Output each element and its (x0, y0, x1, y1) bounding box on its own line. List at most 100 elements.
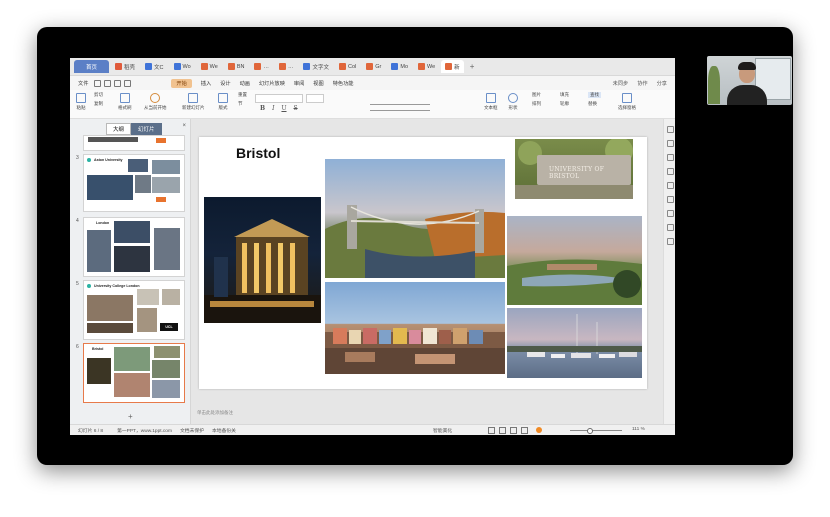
arrange-button[interactable]: 排列 (532, 101, 541, 107)
reset-button[interactable]: 重置 (238, 92, 247, 98)
tab-document[interactable]: 文字文 (299, 60, 333, 73)
paste-button[interactable]: 粘贴 (76, 93, 86, 111)
font-name-select[interactable] (255, 94, 303, 103)
tab-document[interactable]: … (275, 60, 298, 73)
tool-icon[interactable] (666, 168, 674, 175)
find-button[interactable]: 查找 (588, 92, 601, 98)
tab-home[interactable]: 首页 (74, 60, 110, 73)
tool-icon[interactable] (666, 126, 674, 133)
collab-button[interactable]: 协作 (637, 80, 647, 87)
slide-title[interactable]: Bristol (236, 145, 280, 161)
tab-document[interactable]: We (414, 60, 439, 73)
strikethrough-icon[interactable]: S (294, 105, 298, 112)
photo-river-aerial[interactable] (507, 216, 642, 305)
tool-icon[interactable] (666, 182, 674, 189)
photo-suspension-bridge[interactable] (325, 159, 505, 278)
tab-document[interactable]: Gr (362, 60, 385, 73)
zoom-level[interactable]: 111 % (632, 427, 645, 432)
menu-special[interactable]: 特色功能 (333, 80, 354, 87)
slide-number: 5 (76, 281, 79, 287)
tool-icon[interactable] (666, 224, 674, 231)
new-tab-button[interactable]: + (470, 62, 475, 71)
sync-status[interactable]: 未同步 (613, 80, 629, 87)
menu-insert[interactable]: 插入 (201, 80, 211, 87)
print-icon[interactable] (104, 79, 112, 87)
tool-icon[interactable] (666, 238, 674, 245)
tool-icon[interactable] (666, 154, 674, 161)
menu-file[interactable]: 文件 (78, 80, 88, 87)
notes-view-icon[interactable] (521, 427, 528, 434)
cut-button[interactable]: 剪切 (94, 92, 103, 98)
tab-outline[interactable]: 大纲 (106, 123, 132, 135)
brush-icon (119, 93, 130, 103)
share-button[interactable]: 分享 (657, 80, 667, 87)
tab-slides[interactable]: 幻灯片 (131, 123, 162, 135)
tab-document[interactable]: … (250, 60, 273, 73)
outline-button[interactable]: 轮廓 (560, 101, 569, 107)
menu-start[interactable]: 开始 (171, 78, 192, 88)
italic-icon[interactable]: I (272, 105, 274, 112)
underline-icon[interactable]: U (281, 105, 286, 112)
photo-colourful-houses[interactable] (325, 282, 505, 374)
tab-document[interactable]: We (197, 60, 222, 73)
redo-icon[interactable] (124, 79, 132, 87)
menu-view[interactable]: 视图 (313, 80, 323, 87)
backup-status[interactable]: 本地备份关 (212, 427, 236, 434)
slide-thumbnail-selected[interactable]: Bristol (83, 343, 185, 403)
new-slide-button[interactable]: 新建幻灯片 (182, 93, 205, 111)
smart-beautify-button[interactable]: 智能美化 (433, 427, 452, 434)
undo-icon[interactable] (114, 79, 122, 87)
photo-university-sign[interactable]: UNIVERSITY OF BRISTOL (515, 139, 633, 199)
notes-placeholder[interactable]: 单击此处添加备注 (197, 410, 233, 416)
zoom-slider[interactable] (570, 430, 622, 431)
play-slideshow-icon[interactable] (536, 427, 542, 433)
fill-button[interactable]: 填充 (560, 92, 569, 98)
tab-document[interactable]: BN (224, 60, 249, 73)
paste-label: 粘贴 (76, 105, 86, 110)
tab-document-active[interactable]: 新 (441, 60, 464, 73)
normal-view-icon[interactable] (488, 427, 495, 434)
menu-animation[interactable]: 动画 (240, 80, 250, 87)
tab-document[interactable]: 文C (141, 60, 167, 73)
slide-thumbnail[interactable]: London (83, 217, 185, 277)
textbox-button[interactable]: 文本框 (484, 93, 498, 111)
tab-document[interactable]: 稻壳 (111, 60, 139, 73)
menu-review[interactable]: 审阅 (294, 80, 304, 87)
tab-label: Wo (182, 63, 191, 70)
add-slide-button[interactable]: + (128, 412, 133, 421)
current-slide[interactable]: Bristol UNIVERSITY OF BRISTOL (199, 137, 647, 389)
tab-document[interactable]: Col (335, 60, 360, 73)
tool-icon[interactable] (666, 210, 674, 217)
slide-thumbnail[interactable] (83, 135, 185, 151)
format-painter-button[interactable]: 格式刷 (118, 93, 132, 111)
layout-button[interactable]: 版式 (218, 93, 228, 111)
thumb-photo (137, 308, 157, 332)
reset-label: 重置 (238, 92, 247, 97)
select-pane-button[interactable]: 选择窗格 (618, 93, 636, 111)
tab-document[interactable]: Mo (387, 60, 412, 73)
doc-protect-status[interactable]: 文档未保护 (180, 427, 204, 434)
photo-night-building[interactable] (204, 197, 321, 323)
slide-thumbnail[interactable]: University College London UCL (83, 280, 185, 340)
slide-thumbnail[interactable]: Aston University (83, 154, 185, 212)
zoom-slider-handle[interactable] (587, 428, 593, 434)
replace-button[interactable]: 替换 (588, 101, 597, 107)
picture-button[interactable]: 图片 (532, 92, 541, 98)
align-buttons[interactable] (370, 104, 430, 112)
bold-icon[interactable]: B (260, 105, 265, 112)
tool-icon[interactable] (666, 140, 674, 147)
menu-slideshow[interactable]: 幻灯片放映 (259, 80, 285, 87)
sorter-view-icon[interactable] (499, 427, 506, 434)
shape-button[interactable]: 形状 (508, 93, 518, 111)
tool-icon[interactable] (666, 196, 674, 203)
section-button[interactable]: 节 (238, 101, 243, 107)
save-icon[interactable] (94, 79, 102, 87)
menu-design[interactable]: 设计 (220, 80, 230, 87)
font-size-select[interactable] (306, 94, 324, 103)
tab-document[interactable]: Wo (170, 60, 195, 73)
reading-view-icon[interactable] (510, 427, 517, 434)
copy-button[interactable]: 复制 (94, 101, 103, 107)
from-current-button[interactable]: 从当前开始 (144, 93, 167, 111)
photo-harbour[interactable] (507, 308, 642, 378)
close-icon[interactable]: × (182, 123, 186, 129)
